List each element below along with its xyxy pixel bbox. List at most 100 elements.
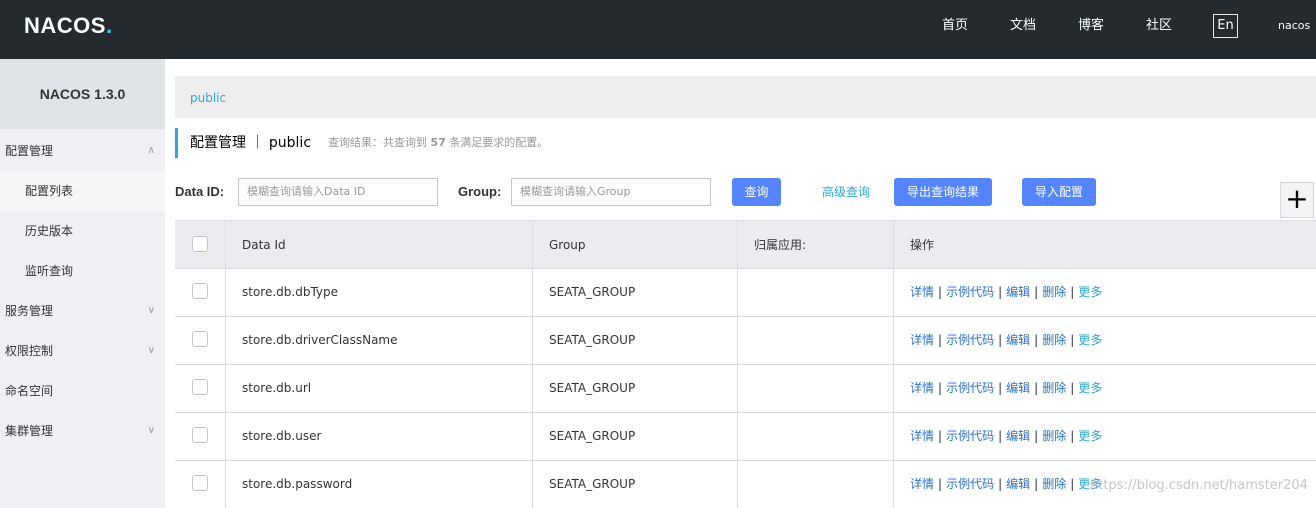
chevron-down-icon: ∨ — [147, 425, 155, 436]
separator: | — [938, 477, 943, 491]
nav-docs[interactable]: 文档 — [1010, 0, 1036, 52]
row-checkbox[interactable] — [192, 283, 208, 299]
cell-data-id: store.db.dbType — [226, 269, 533, 316]
detail-link[interactable]: 详情 — [910, 285, 934, 299]
separator: | — [998, 381, 1003, 395]
column-header-data-id: Data Id — [226, 221, 533, 269]
query-result-info: 查询结果：共查询到 57 条满足要求的配置。 — [328, 136, 549, 149]
detail-link[interactable]: 详情 — [910, 381, 934, 395]
namespace-public-link[interactable]: public — [190, 76, 226, 120]
separator: | — [1034, 381, 1039, 395]
separator: | — [1070, 477, 1075, 491]
query-button[interactable]: 查询 — [732, 178, 781, 206]
chevron-up-icon: ∧ — [147, 145, 155, 156]
separator: | — [1034, 477, 1039, 491]
separator: | — [998, 285, 1003, 299]
sidebar: NACOS 1.3.0 配置管理 ∧ 配置列表 历史版本 监听查询 服务管理 ∨… — [0, 59, 165, 508]
edit-link[interactable]: 编辑 — [1006, 477, 1030, 491]
separator: | — [938, 381, 943, 395]
nav-home[interactable]: 首页 — [942, 0, 968, 52]
row-select-cell — [175, 269, 226, 316]
delete-link[interactable]: 删除 — [1042, 381, 1066, 395]
nav-blog[interactable]: 博客 — [1078, 0, 1104, 52]
sidebar-item-history[interactable]: 历史版本 — [0, 211, 165, 251]
separator: | — [1070, 333, 1075, 347]
cell-actions: 详情 | 示例代码 | 编辑 | 删除 | 更多 — [894, 365, 1316, 412]
edit-link[interactable]: 编辑 — [1006, 429, 1030, 443]
cell-group: SEATA_GROUP — [533, 461, 738, 508]
sample-code-link[interactable]: 示例代码 — [946, 333, 994, 347]
row-checkbox[interactable] — [192, 331, 208, 347]
sidebar-item-config-list[interactable]: 配置列表 — [0, 171, 165, 211]
column-header-app: 归属应用: — [738, 221, 894, 269]
separator: | — [1070, 381, 1075, 395]
row-checkbox[interactable] — [192, 379, 208, 395]
delete-link[interactable]: 删除 — [1042, 477, 1066, 491]
nav-community[interactable]: 社区 — [1146, 0, 1172, 52]
table-row: store.db.dbType SEATA_GROUP 详情 | 示例代码 | 编辑 | 删除 |… — [175, 269, 1316, 317]
cell-app — [738, 413, 894, 460]
table-header-select — [175, 221, 226, 269]
edit-link[interactable]: 编辑 — [1006, 381, 1030, 395]
detail-link[interactable]: 详情 — [910, 429, 934, 443]
cell-app — [738, 317, 894, 364]
separator: | — [1034, 333, 1039, 347]
detail-link[interactable]: 详情 — [910, 477, 934, 491]
more-link[interactable]: 更多 — [1078, 429, 1102, 443]
advanced-query-link[interactable]: 高级查询 — [822, 178, 870, 206]
delete-link[interactable]: 删除 — [1042, 429, 1066, 443]
sidebar-item-listener-query[interactable]: 监听查询 — [0, 251, 165, 291]
more-link[interactable]: 更多 — [1078, 381, 1102, 395]
sample-code-link[interactable]: 示例代码 — [946, 429, 994, 443]
import-config-button[interactable]: 导入配置 — [1022, 178, 1096, 206]
group-input[interactable]: 模糊查询请输入Group — [511, 178, 711, 206]
delete-link[interactable]: 删除 — [1042, 285, 1066, 299]
version-label: NACOS 1.3.0 — [0, 59, 165, 129]
language-switch-button[interactable]: En — [1213, 14, 1238, 38]
sidebar-item-config-management[interactable]: 配置管理 ∧ — [0, 131, 165, 171]
cell-group: SEATA_GROUP — [533, 365, 738, 412]
cell-group: SEATA_GROUP — [533, 269, 738, 316]
select-all-checkbox[interactable] — [192, 236, 208, 252]
separator: | — [938, 285, 943, 299]
cell-group: SEATA_GROUP — [533, 317, 738, 364]
cell-actions: 详情 | 示例代码 | 编辑 | 删除 | 更多 — [894, 413, 1316, 460]
cell-data-id: store.db.user — [226, 413, 533, 460]
sidebar-item-service-management[interactable]: 服务管理 ∨ — [0, 291, 165, 331]
column-header-group: Group — [533, 221, 738, 269]
sidebar-item-access-control[interactable]: 权限控制 ∨ — [0, 331, 165, 371]
separator: | — [1034, 429, 1039, 443]
nacos-logo[interactable]: NACOS. — [24, 12, 113, 40]
sample-code-link[interactable]: 示例代码 — [946, 381, 994, 395]
sample-code-link[interactable]: 示例代码 — [946, 285, 994, 299]
delete-link[interactable]: 删除 — [1042, 333, 1066, 347]
sidebar-item-label: 集群管理 — [5, 424, 54, 438]
sidebar-item-namespace[interactable]: 命名空间 — [0, 371, 165, 411]
row-select-cell — [175, 365, 226, 412]
edit-link[interactable]: 编辑 — [1006, 285, 1030, 299]
row-select-cell — [175, 317, 226, 364]
add-config-button[interactable]: + — [1280, 182, 1314, 218]
sidebar-item-cluster-management[interactable]: 集群管理 ∨ — [0, 411, 165, 451]
cell-app — [738, 269, 894, 316]
cell-actions: 详情 | 示例代码 | 编辑 | 删除 | 更多 — [894, 269, 1316, 316]
more-link[interactable]: 更多 — [1078, 285, 1102, 299]
more-link[interactable]: 更多 — [1078, 333, 1102, 347]
user-name[interactable]: nacos — [1278, 0, 1310, 52]
sample-code-link[interactable]: 示例代码 — [946, 477, 994, 491]
cell-data-id: store.db.driverClassName — [226, 317, 533, 364]
row-checkbox[interactable] — [192, 475, 208, 491]
separator: | — [1070, 429, 1075, 443]
sidebar-item-label: 配置管理 — [5, 144, 54, 158]
export-results-button[interactable]: 导出查询结果 — [894, 178, 992, 206]
edit-link[interactable]: 编辑 — [1006, 333, 1030, 347]
cell-data-id: store.db.password — [226, 461, 533, 508]
data-id-input[interactable]: 模糊查询请输入Data ID — [238, 178, 438, 206]
table-row: store.db.url SEATA_GROUP 详情 | 示例代码 | 编辑 | 删除 | 更多 — [175, 365, 1316, 413]
row-checkbox[interactable] — [192, 427, 208, 443]
cell-app — [738, 461, 894, 508]
detail-link[interactable]: 详情 — [910, 333, 934, 347]
row-select-cell — [175, 413, 226, 460]
sidebar-item-label: 权限控制 — [5, 344, 54, 358]
chevron-down-icon: ∨ — [147, 305, 155, 316]
